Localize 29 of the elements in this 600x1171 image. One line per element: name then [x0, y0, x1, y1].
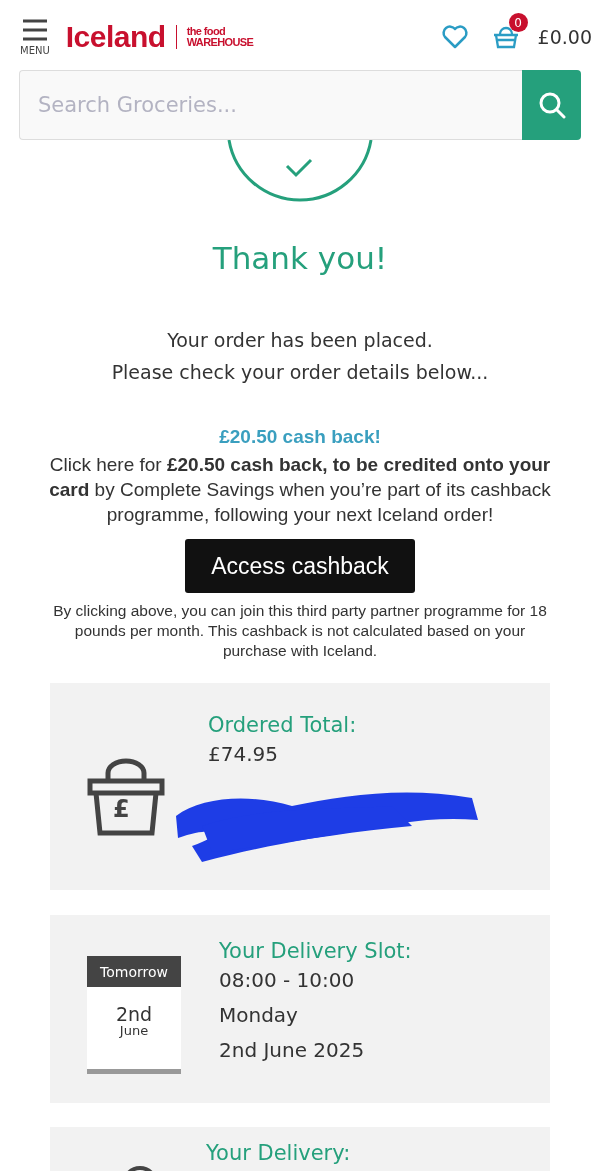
cashback-disclaimer: By clicking above, you can join this third party partner programme for 18 pounds per month. This cashback is not calculated based on your purchase with Iceland. [52, 601, 548, 661]
delivery-slot-detail: 08:00 - 10:00 [219, 967, 356, 994]
search-icon [537, 91, 566, 119]
heart-icon [441, 25, 468, 49]
delivery-slot-detail: 2nd June 2025 [219, 1037, 366, 1064]
basket-button[interactable]: 0 [491, 13, 528, 49]
cashback-title: £20.50 cash back! [219, 426, 381, 448]
basket-icon [86, 757, 166, 837]
menu-button[interactable]: MENU [20, 18, 50, 56]
basket-icon [491, 25, 520, 49]
cashback-text: Click here for £20.50 cash back, to be credited onto your card by Complete Savings when you’re part of its cashback programme, following your next Iceland order! [48, 453, 552, 527]
ordered-total-value: £74.95 [208, 741, 279, 768]
search-field[interactable]: Search Groceries... [19, 70, 522, 140]
order-placed-message: Your order has been placed. Please check your order details below... [111, 328, 489, 385]
logo: Iceland [65, 20, 166, 54]
thank-you-title: Thank you! [212, 240, 388, 276]
basket-total: £0.00 [537, 26, 592, 48]
pound-sign: £ [113, 795, 130, 823]
calendar-icon: Tomorrow 2nd June [87, 956, 181, 1074]
basket-count: 0 [508, 13, 528, 32]
favourites-button[interactable] [441, 25, 468, 49]
menu-icon [21, 18, 48, 41]
sub-logo: the food WAREHOUSE [186, 26, 254, 48]
delivery-label: Your Delivery: [206, 1141, 351, 1167]
ordered-total-label: Ordered Total: [208, 713, 358, 737]
delivery-slot-detail: Monday [219, 1002, 299, 1029]
access-cashback-button[interactable]: Access cashback [185, 539, 415, 593]
delivery-slot-label: Your Delivery Slot: [219, 939, 412, 963]
search-button[interactable] [522, 70, 581, 140]
